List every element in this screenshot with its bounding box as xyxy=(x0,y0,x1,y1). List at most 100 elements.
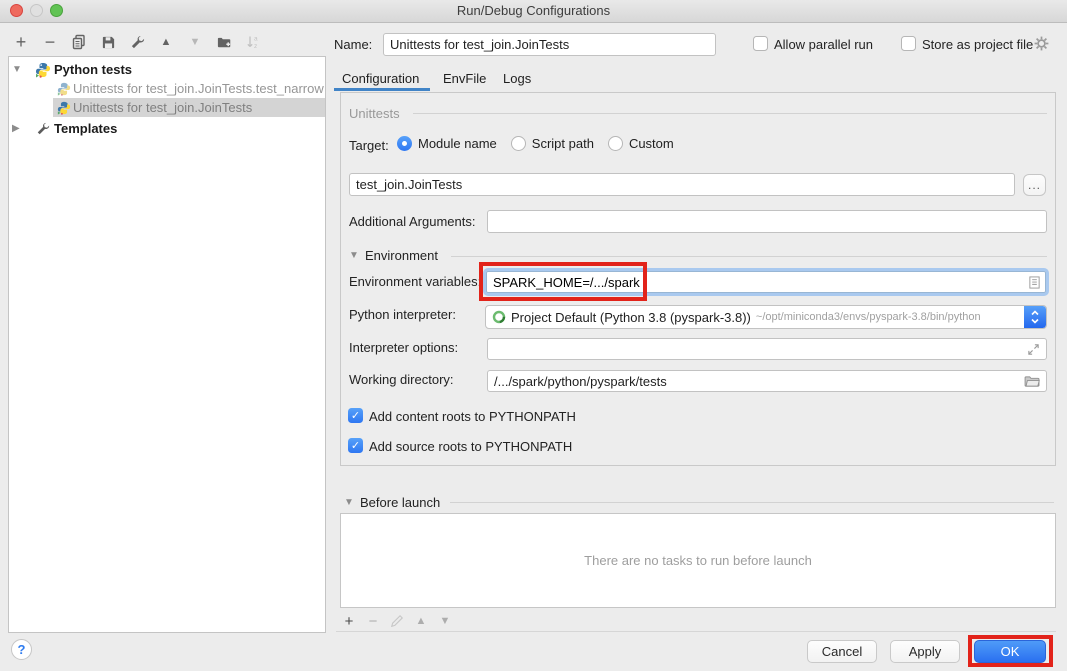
store-as-project-file-checkbox[interactable] xyxy=(901,36,916,51)
tree-item-templates[interactable]: ▶ Templates xyxy=(9,119,325,138)
interpreter-options-input[interactable] xyxy=(487,338,1047,360)
expand-field-button[interactable] xyxy=(1025,341,1041,357)
interpreter-path: ~/opt/miniconda3/envs/pyspark-3.8/bin/py… xyxy=(756,311,981,323)
interpreter-options-label: Interpreter options: xyxy=(349,340,458,355)
additional-arguments-input[interactable] xyxy=(487,210,1047,233)
save-configuration-button[interactable] xyxy=(97,32,119,52)
gear-icon xyxy=(1033,35,1050,52)
add-content-roots-label: Add content roots to PYTHONPATH xyxy=(369,409,576,424)
tree-item-label: Python tests xyxy=(54,60,132,79)
store-as-project-file-label: Store as project file xyxy=(922,37,1033,52)
svg-text:z: z xyxy=(254,43,257,50)
add-source-roots-label: Add source roots to PYTHONPATH xyxy=(369,439,572,454)
tree-item-label: Templates xyxy=(54,119,117,138)
tree-item-python-tests[interactable]: ▼ Python tests xyxy=(9,60,325,79)
check-icon: ✓ xyxy=(351,439,360,452)
tree-item-unittests-jointests-selected[interactable]: Unittests for test_join.JoinTests xyxy=(9,98,325,117)
chevron-down-icon[interactable]: ▼ xyxy=(12,60,22,79)
tree-item-unittests-test-narrow[interactable]: Unittests for test_join.JoinTests.test_n… xyxy=(9,79,325,98)
working-directory-input[interactable] xyxy=(487,370,1047,392)
tab-configuration[interactable]: Configuration xyxy=(342,68,419,88)
conda-env-icon xyxy=(492,310,506,324)
copy-configuration-button[interactable] xyxy=(68,32,90,52)
working-directory-label: Working directory: xyxy=(349,372,454,387)
radio-module-name[interactable] xyxy=(397,136,412,151)
pencil-icon xyxy=(390,614,404,628)
dropdown-stepper[interactable] xyxy=(1024,306,1046,328)
allow-parallel-run-checkbox[interactable] xyxy=(753,36,768,51)
python-test-icon xyxy=(57,98,71,117)
remove-configuration-button[interactable]: − xyxy=(39,32,61,52)
environment-variables-field[interactable] xyxy=(483,268,1049,296)
browse-directory-button[interactable] xyxy=(1023,374,1041,388)
configurations-tree: ▼ Python tests Unittests for test_join.J… xyxy=(8,56,326,633)
svg-text:a: a xyxy=(254,36,258,43)
python-interpreter-select[interactable]: Project Default (Python 3.8 (pyspark-3.8… xyxy=(485,305,1047,329)
sort-alpha-icon: az xyxy=(245,34,261,50)
additional-arguments-label: Additional Arguments: xyxy=(349,214,475,229)
move-task-up-button[interactable]: ▲ xyxy=(412,612,430,630)
edit-templates-button[interactable] xyxy=(126,32,148,52)
save-icon xyxy=(101,35,116,50)
remove-icon: − xyxy=(369,613,378,630)
cancel-button[interactable]: Cancel xyxy=(807,640,877,663)
target-radio-group: Module name Script path Custom xyxy=(397,136,674,151)
tab-logs[interactable]: Logs xyxy=(503,68,531,88)
before-launch-collapse-toggle[interactable]: ▼ xyxy=(344,497,354,508)
copy-icon xyxy=(71,34,87,50)
up-down-chevrons-icon xyxy=(1030,308,1040,326)
unittests-section-title: Unittests xyxy=(349,106,400,121)
tab-envfile[interactable]: EnvFile xyxy=(443,68,486,88)
help-button[interactable]: ? xyxy=(11,639,32,660)
remove-task-button[interactable]: − xyxy=(364,612,382,630)
radio-script-path[interactable] xyxy=(511,136,526,151)
add-content-roots-checkbox[interactable]: ✓ xyxy=(348,408,363,423)
add-icon: + xyxy=(345,613,354,630)
radio-custom[interactable] xyxy=(608,136,623,151)
target-input[interactable] xyxy=(349,173,1015,196)
add-configuration-button[interactable]: + xyxy=(10,32,32,52)
env-vars-browse-button[interactable] xyxy=(1028,274,1041,290)
chevron-right-icon[interactable]: ▶ xyxy=(12,119,20,138)
before-launch-empty-text: There are no tasks to run before launch xyxy=(584,553,812,568)
name-input[interactable] xyxy=(383,33,716,56)
project-file-settings-button[interactable] xyxy=(1033,35,1050,52)
move-down-button[interactable]: ▼ xyxy=(184,32,206,52)
environment-variables-input[interactable] xyxy=(486,271,1046,293)
before-launch-title: Before launch xyxy=(360,495,440,510)
remove-icon: − xyxy=(45,32,56,53)
python-tests-icon xyxy=(35,60,51,79)
radio-module-name-label: Module name xyxy=(418,136,497,151)
move-down-icon: ▼ xyxy=(190,36,201,48)
radio-custom-label: Custom xyxy=(629,136,674,151)
wrench-icon xyxy=(130,35,145,50)
new-folder-button[interactable] xyxy=(213,32,235,52)
environment-collapse-toggle[interactable]: ▼ xyxy=(349,250,359,261)
window-title: Run/Debug Configurations xyxy=(0,3,1067,18)
move-task-down-button[interactable]: ▼ xyxy=(436,612,454,630)
help-icon: ? xyxy=(18,642,26,657)
ok-button[interactable]: OK xyxy=(974,640,1046,663)
sort-configurations-button[interactable]: az xyxy=(242,32,264,52)
tree-item-label: Unittests for test_join.JoinTests xyxy=(73,98,252,117)
add-task-button[interactable]: + xyxy=(340,612,358,630)
environment-variables-label: Environment variables: xyxy=(349,274,481,289)
tree-item-label: Unittests for test_join.JoinTests.test_n… xyxy=(73,79,324,98)
add-source-roots-checkbox[interactable]: ✓ xyxy=(348,438,363,453)
name-label: Name: xyxy=(334,37,372,52)
add-icon: + xyxy=(16,32,27,53)
before-launch-task-list: There are no tasks to run before launch xyxy=(340,513,1056,608)
check-icon: ✓ xyxy=(351,409,360,422)
folder-icon xyxy=(1024,375,1041,388)
browse-target-button[interactable]: ... xyxy=(1023,174,1046,196)
active-tab-underline xyxy=(334,88,430,91)
move-down-icon: ▼ xyxy=(440,615,451,627)
python-interpreter-label: Python interpreter: xyxy=(349,307,456,322)
python-test-icon xyxy=(57,79,71,98)
edit-task-button[interactable] xyxy=(388,612,406,630)
apply-button[interactable]: Apply xyxy=(890,640,960,663)
new-folder-icon xyxy=(216,35,232,50)
expand-icon xyxy=(1027,343,1040,356)
target-label: Target: xyxy=(349,138,389,153)
move-up-button[interactable]: ▲ xyxy=(155,32,177,52)
